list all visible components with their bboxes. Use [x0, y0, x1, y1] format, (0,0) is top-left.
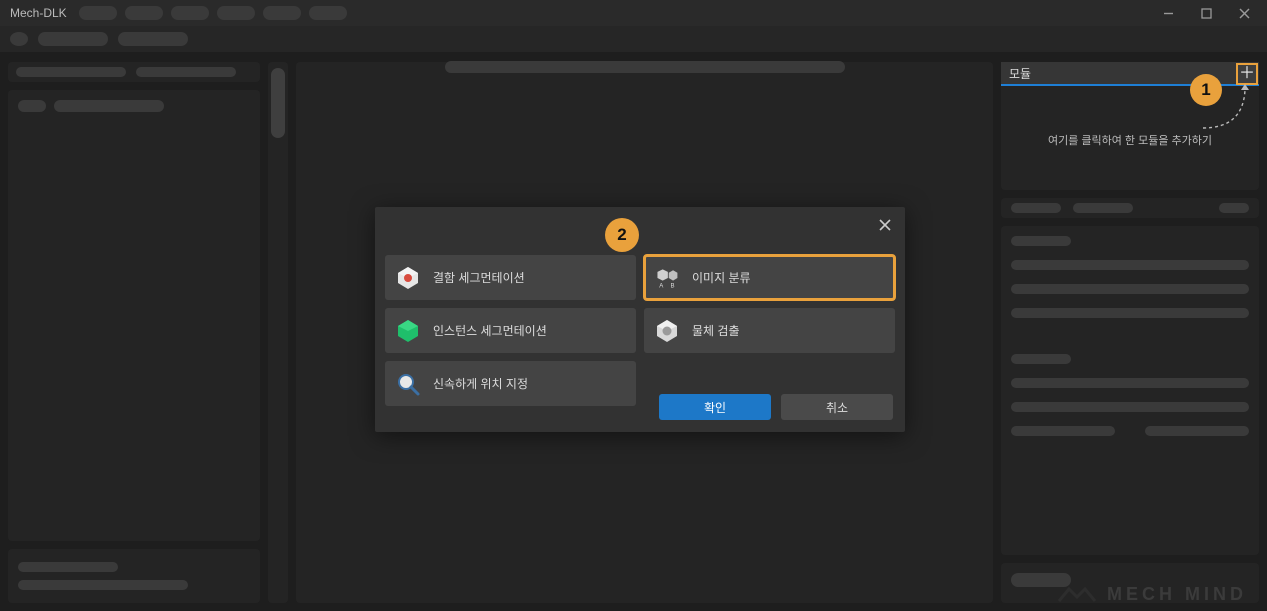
callout-badge-1: 1 — [1190, 74, 1222, 106]
callout-badge-2: 2 — [605, 218, 639, 252]
label-placeholder — [54, 100, 164, 112]
tab-placeholder[interactable] — [1011, 203, 1061, 213]
menu-item[interactable] — [125, 6, 163, 20]
thumb-placeholder — [18, 100, 46, 112]
placeholder — [18, 580, 188, 590]
right-column: 모듈 ＋ 여기를 클릭하여 한 모듈을 추가하기 — [1001, 62, 1259, 603]
option-quick-locate[interactable]: 신속하게 위치 지정 — [385, 361, 636, 406]
dialog-buttons: 확인 취소 — [659, 394, 893, 420]
option-defect-segmentation[interactable]: 결함 세그먼테이션 — [385, 255, 636, 300]
placeholder — [1011, 378, 1249, 388]
placeholder — [1011, 308, 1249, 318]
menu-item[interactable] — [263, 6, 301, 20]
module-hint: 여기를 클릭하여 한 모듈을 추가하기 — [1001, 132, 1259, 148]
placeholder — [1011, 402, 1249, 412]
menu-item[interactable] — [217, 6, 255, 20]
left-header — [8, 62, 260, 82]
menu-item[interactable] — [309, 6, 347, 20]
placeholder — [1011, 260, 1249, 270]
app-title: Mech-DLK — [10, 6, 67, 20]
add-module-dialog: 결함 세그먼테이션 A B 이미지 분류 인스턴스 세그먼테이션 — [375, 207, 905, 432]
properties-panel — [1001, 226, 1259, 555]
hexagon-green-icon — [395, 318, 421, 344]
option-label: 결함 세그먼테이션 — [433, 269, 525, 286]
add-module-button[interactable]: ＋ — [1236, 63, 1258, 85]
option-label: 이미지 분류 — [692, 269, 751, 286]
plus-icon: ＋ — [1239, 66, 1255, 82]
placeholder — [1011, 284, 1249, 294]
cancel-button[interactable]: 취소 — [781, 394, 893, 420]
minimize-button[interactable] — [1149, 0, 1187, 26]
title-bar: Mech-DLK — [0, 0, 1267, 26]
tab-placeholder[interactable] — [1073, 203, 1133, 213]
thumb-scroll[interactable] — [268, 62, 288, 603]
toolbar — [0, 26, 1267, 52]
right-tabs — [1001, 198, 1259, 218]
placeholder — [16, 67, 126, 77]
option-label: 인스턴스 세그먼테이션 — [433, 322, 547, 339]
svg-text:B: B — [670, 283, 674, 289]
hexagon-red-icon — [395, 265, 421, 291]
canvas-tab — [445, 61, 845, 73]
option-image-classification[interactable]: A B 이미지 분류 — [644, 255, 895, 300]
module-label: 모듈 — [1009, 65, 1031, 82]
module-panel: 모듈 ＋ 여기를 클릭하여 한 모듈을 추가하기 — [1001, 62, 1259, 190]
classification-icon: A B — [654, 265, 680, 291]
option-label: 신속하게 위치 지정 — [433, 375, 528, 392]
watermark-text: MECH MIND — [1107, 584, 1247, 605]
watermark: MECH MIND — [1057, 583, 1247, 605]
magnifier-icon — [395, 371, 421, 397]
toolbar-item[interactable] — [38, 32, 108, 46]
dialog-close-button[interactable] — [875, 215, 895, 235]
menu-bar — [79, 6, 347, 20]
placeholder — [1011, 354, 1071, 364]
left-column — [8, 62, 260, 603]
option-label: 물체 검출 — [692, 322, 740, 339]
placeholder — [18, 562, 118, 572]
toolbar-icon[interactable] — [10, 32, 28, 46]
svg-text:A: A — [659, 283, 664, 289]
placeholder — [1011, 236, 1071, 246]
hexagon-gray-icon — [654, 318, 680, 344]
option-instance-segmentation[interactable]: 인스턴스 세그먼테이션 — [385, 308, 636, 353]
list-item[interactable] — [8, 90, 260, 122]
window-controls — [1149, 0, 1263, 26]
close-button[interactable] — [1225, 0, 1263, 26]
ok-button[interactable]: 확인 — [659, 394, 771, 420]
option-object-detection[interactable]: 물체 검출 — [644, 308, 895, 353]
tab-placeholder[interactable] — [1219, 203, 1249, 213]
menu-item[interactable] — [171, 6, 209, 20]
maximize-button[interactable] — [1187, 0, 1225, 26]
placeholder — [1145, 426, 1249, 436]
module-options: 결함 세그먼테이션 A B 이미지 분류 인스턴스 세그먼테이션 — [385, 255, 895, 406]
placeholder — [136, 67, 236, 77]
left-footer — [8, 549, 260, 603]
image-list-panel — [8, 90, 260, 541]
placeholder — [1011, 426, 1115, 436]
menu-item[interactable] — [79, 6, 117, 20]
toolbar-item[interactable] — [118, 32, 188, 46]
scroll-thumb[interactable] — [271, 68, 285, 138]
